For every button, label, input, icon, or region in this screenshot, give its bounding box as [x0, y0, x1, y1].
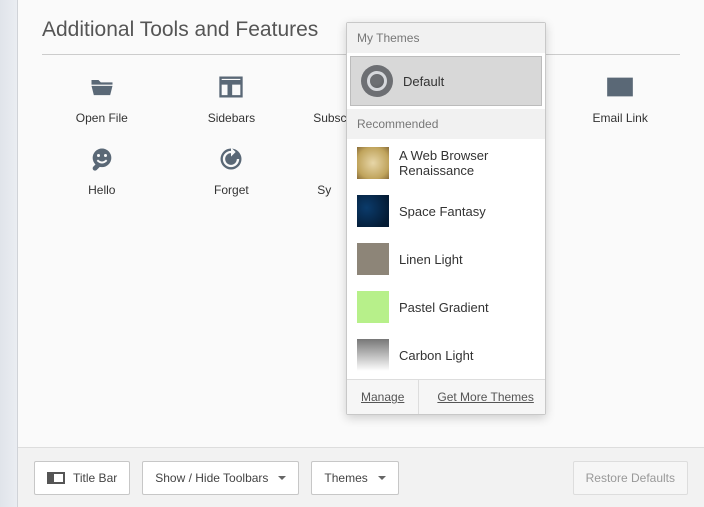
tool-label: Forget — [214, 183, 249, 197]
titlebar-icon — [47, 472, 65, 484]
forget-icon — [215, 143, 247, 175]
theme-swatch — [357, 147, 389, 179]
theme-renaissance[interactable]: A Web Browser Renaissance — [347, 139, 545, 187]
tool-label: Hello — [88, 183, 115, 197]
theme-carbon-light[interactable]: Carbon Light — [347, 331, 545, 379]
theme-label: Default — [403, 74, 444, 89]
chevron-down-icon — [378, 476, 386, 480]
button-label: Title Bar — [73, 471, 117, 485]
popup-section-my-themes: My Themes — [347, 23, 545, 53]
theme-pastel-gradient[interactable]: Pastel Gradient — [347, 283, 545, 331]
theme-label: Carbon Light — [399, 348, 473, 363]
bottom-toolbar: Title Bar Show / Hide Toolbars Themes Re… — [18, 447, 704, 507]
tool-forget[interactable]: Forget — [172, 143, 292, 197]
theme-swatch — [357, 243, 389, 275]
theme-swatch — [357, 291, 389, 323]
theme-space-fantasy[interactable]: Space Fantasy — [347, 187, 545, 235]
button-label: Show / Hide Toolbars — [155, 471, 268, 485]
popup-section-recommended: Recommended — [347, 109, 545, 139]
folder-icon — [86, 71, 118, 103]
tool-label: Open File — [76, 111, 128, 125]
tool-label: Email Link — [593, 111, 648, 125]
theme-label: Space Fantasy — [399, 204, 486, 219]
themes-popup: My Themes Default Recommended A Web Brow… — [346, 22, 546, 415]
tool-label: Sy — [317, 183, 331, 197]
get-more-themes-link[interactable]: Get More Themes — [419, 380, 547, 414]
title-bar-button[interactable]: Title Bar — [34, 461, 130, 495]
window-left-edge — [0, 0, 18, 507]
show-hide-toolbars-button[interactable]: Show / Hide Toolbars — [142, 461, 299, 495]
manage-themes-link[interactable]: Manage — [347, 380, 419, 414]
tool-hello[interactable]: Hello — [42, 143, 162, 197]
theme-label: A Web Browser Renaissance — [399, 148, 535, 178]
restore-defaults-button[interactable]: Restore Defaults — [573, 461, 688, 495]
chevron-down-icon — [278, 476, 286, 480]
envelope-icon — [604, 71, 636, 103]
theme-label: Pastel Gradient — [399, 300, 489, 315]
tool-email-link[interactable]: Email Link — [560, 71, 680, 125]
tool-open-file[interactable]: Open File — [42, 71, 162, 125]
button-label: Restore Defaults — [586, 471, 675, 485]
theme-label: Linen Light — [399, 252, 463, 267]
button-label: Themes — [324, 471, 367, 485]
firefox-icon — [361, 65, 393, 97]
theme-swatch — [357, 339, 389, 371]
themes-button[interactable]: Themes — [311, 461, 398, 495]
theme-default[interactable]: Default — [350, 56, 542, 106]
theme-linen-light[interactable]: Linen Light — [347, 235, 545, 283]
tool-label: Sidebars — [208, 111, 255, 125]
sidebars-icon — [215, 71, 247, 103]
theme-swatch — [357, 195, 389, 227]
tool-sidebars[interactable]: Sidebars — [172, 71, 292, 125]
popup-footer: Manage Get More Themes — [347, 379, 545, 414]
smile-icon — [86, 143, 118, 175]
